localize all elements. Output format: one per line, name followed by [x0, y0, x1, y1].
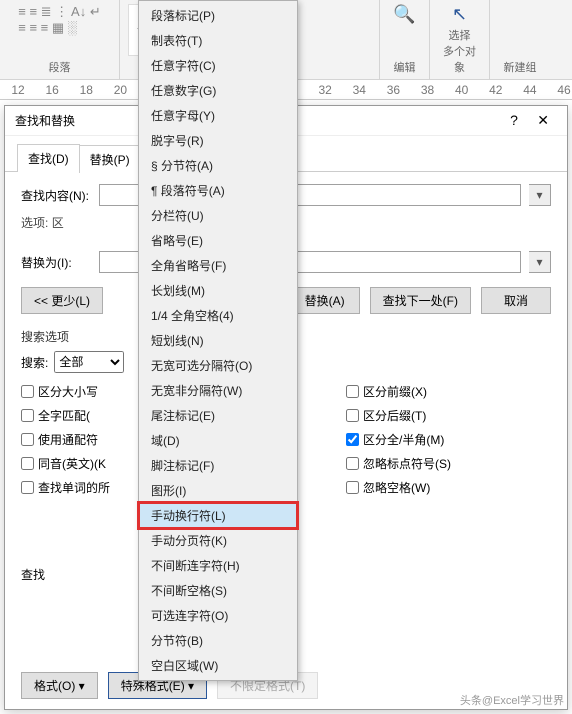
menu-item-19[interactable]: 图形(I): [139, 478, 297, 503]
menu-item-23[interactable]: 不间断空格(S): [139, 578, 297, 603]
menu-item-12[interactable]: 1/4 全角空格(4): [139, 303, 297, 328]
checkbox-input[interactable]: [346, 385, 359, 398]
checkbox-input[interactable]: [21, 433, 34, 446]
menu-item-0[interactable]: 段落标记(P): [139, 3, 297, 28]
ruler-mark: 36: [385, 83, 401, 97]
ruler-mark: 44: [522, 83, 538, 97]
tab-replace[interactable]: 替换(P): [79, 145, 141, 173]
select-group[interactable]: ↖ 选择 多个对象: [430, 0, 490, 79]
ruler-mark: 42: [488, 83, 504, 97]
checkbox-label: 区分后缀(T): [363, 407, 426, 424]
menu-item-26[interactable]: 空白区域(W): [139, 653, 297, 678]
options-value: 区: [52, 216, 64, 230]
less-button[interactable]: << 更少(L): [21, 287, 103, 314]
close-button[interactable]: ✕: [529, 112, 557, 128]
replace-all-button[interactable]: 替换(A): [290, 287, 360, 314]
checkbox-label: 忽略空格(W): [363, 479, 430, 496]
menu-item-20[interactable]: 手动换行符(L): [139, 503, 297, 528]
checkbox-input[interactable]: [21, 409, 34, 422]
checkbox-label: 使用通配符: [38, 431, 98, 448]
search-scope-select[interactable]: 全部: [54, 351, 124, 373]
menu-item-18[interactable]: 脚注标记(F): [139, 453, 297, 478]
checkbox-chk-left-1[interactable]: 全字匹配(: [21, 407, 131, 424]
ruler-mark: 46: [556, 83, 572, 97]
paragraph-label: 段落: [49, 57, 71, 75]
ruler-mark: 32: [317, 83, 333, 97]
menu-item-2[interactable]: 任意字符(C): [139, 53, 297, 78]
menu-item-16[interactable]: 尾注标记(E): [139, 403, 297, 428]
checkbox-input[interactable]: [21, 385, 34, 398]
checkbox-input[interactable]: [346, 409, 359, 422]
menu-item-17[interactable]: 域(D): [139, 428, 297, 453]
checkbox-label: 区分前缀(X): [363, 383, 427, 400]
checkbox-label: 全字匹配(: [38, 407, 90, 424]
menu-item-6[interactable]: § 分节符(A): [139, 153, 297, 178]
checkbox-chk-right-0[interactable]: 区分前缀(X): [346, 383, 451, 400]
menu-item-1[interactable]: 制表符(T): [139, 28, 297, 53]
menu-item-10[interactable]: 全角省略号(F): [139, 253, 297, 278]
checkbox-chk-left-0[interactable]: 区分大小写: [21, 383, 131, 400]
format-button[interactable]: 格式(O) ▾: [21, 672, 98, 699]
checkbox-label: 同音(英文)(K: [38, 455, 106, 472]
checkbox-chk-right-3[interactable]: 忽略标点符号(S): [346, 455, 451, 472]
ruler-mark: 40: [454, 83, 470, 97]
menu-item-9[interactable]: 省略号(E): [139, 228, 297, 253]
checkbox-label: 区分全/半角(M): [363, 431, 444, 448]
find-next-button[interactable]: 查找下一处(F): [370, 287, 471, 314]
menu-item-5[interactable]: 脱字号(R): [139, 128, 297, 153]
menu-item-22[interactable]: 不间断连字符(H): [139, 553, 297, 578]
cursor-icon: ↖: [452, 4, 467, 25]
search-scope-label: 搜索:: [21, 354, 48, 371]
menu-item-7[interactable]: ¶ 段落符号(A): [139, 178, 297, 203]
replace-label: 替换为(I):: [21, 254, 91, 271]
menu-item-15[interactable]: 无宽非分隔符(W): [139, 378, 297, 403]
find-label: 查找内容(N):: [21, 187, 91, 204]
ruler-mark: 34: [351, 83, 367, 97]
ruler-mark: 12: [10, 83, 26, 97]
menu-item-24[interactable]: 可选连字符(O): [139, 603, 297, 628]
replace-combo-button[interactable]: ▾: [529, 251, 551, 273]
edit-group[interactable]: 🔍 编辑: [380, 0, 430, 79]
options-label: 选项:: [21, 216, 48, 230]
menu-item-14[interactable]: 无宽可选分隔符(O): [139, 353, 297, 378]
checkbox-input[interactable]: [346, 481, 359, 494]
checkbox-input[interactable]: [21, 457, 34, 470]
menu-item-21[interactable]: 手动分页符(K): [139, 528, 297, 553]
help-button[interactable]: ?: [502, 112, 526, 128]
ruler-mark: 38: [420, 83, 436, 97]
tab-find[interactable]: 查找(D): [17, 144, 80, 172]
ruler-mark: 16: [44, 83, 60, 97]
checkbox-chk-left-3[interactable]: 同音(英文)(K: [21, 455, 131, 472]
find-combo-button[interactable]: ▾: [529, 184, 551, 206]
checkbox-chk-right-2[interactable]: 区分全/半角(M): [346, 431, 451, 448]
dialog-title: 查找和替换: [15, 112, 75, 129]
new-group: 新建组: [490, 0, 550, 79]
checkbox-label: 忽略标点符号(S): [363, 455, 451, 472]
menu-item-8[interactable]: 分栏符(U): [139, 203, 297, 228]
search-icon: 🔍: [393, 4, 415, 25]
paragraph-icons[interactable]: ≡ ≡ ≣ ⋮ A↓ ↵≡ ≡ ≡ ▦ ░: [18, 4, 100, 36]
cancel-button[interactable]: 取消: [481, 287, 551, 314]
checkbox-input[interactable]: [21, 481, 34, 494]
checkbox-chk-right-4[interactable]: 忽略空格(W): [346, 479, 451, 496]
menu-item-3[interactable]: 任意数字(G): [139, 78, 297, 103]
watermark: 头条@Excel学习世界: [460, 692, 564, 708]
checkbox-chk-right-1[interactable]: 区分后缀(T): [346, 407, 451, 424]
menu-item-25[interactable]: 分节符(B): [139, 628, 297, 653]
special-format-menu: 段落标记(P)制表符(T)任意字符(C)任意数字(G)任意字母(Y)脱字号(R)…: [138, 0, 298, 681]
checkbox-input[interactable]: [346, 457, 359, 470]
paragraph-group: ≡ ≡ ≣ ⋮ A↓ ↵≡ ≡ ≡ ▦ ░ 段落: [0, 0, 120, 79]
menu-item-4[interactable]: 任意字母(Y): [139, 103, 297, 128]
checkbox-chk-left-4[interactable]: 查找单词的所: [21, 479, 131, 496]
ruler-mark: 20: [112, 83, 128, 97]
ruler-mark: 18: [78, 83, 94, 97]
checkbox-input[interactable]: [346, 433, 359, 446]
menu-item-11[interactable]: 长划线(M): [139, 278, 297, 303]
checkbox-label: 区分大小写: [38, 383, 98, 400]
checkbox-chk-left-2[interactable]: 使用通配符: [21, 431, 131, 448]
checkbox-label: 查找单词的所: [38, 479, 110, 496]
menu-item-13[interactable]: 短划线(N): [139, 328, 297, 353]
